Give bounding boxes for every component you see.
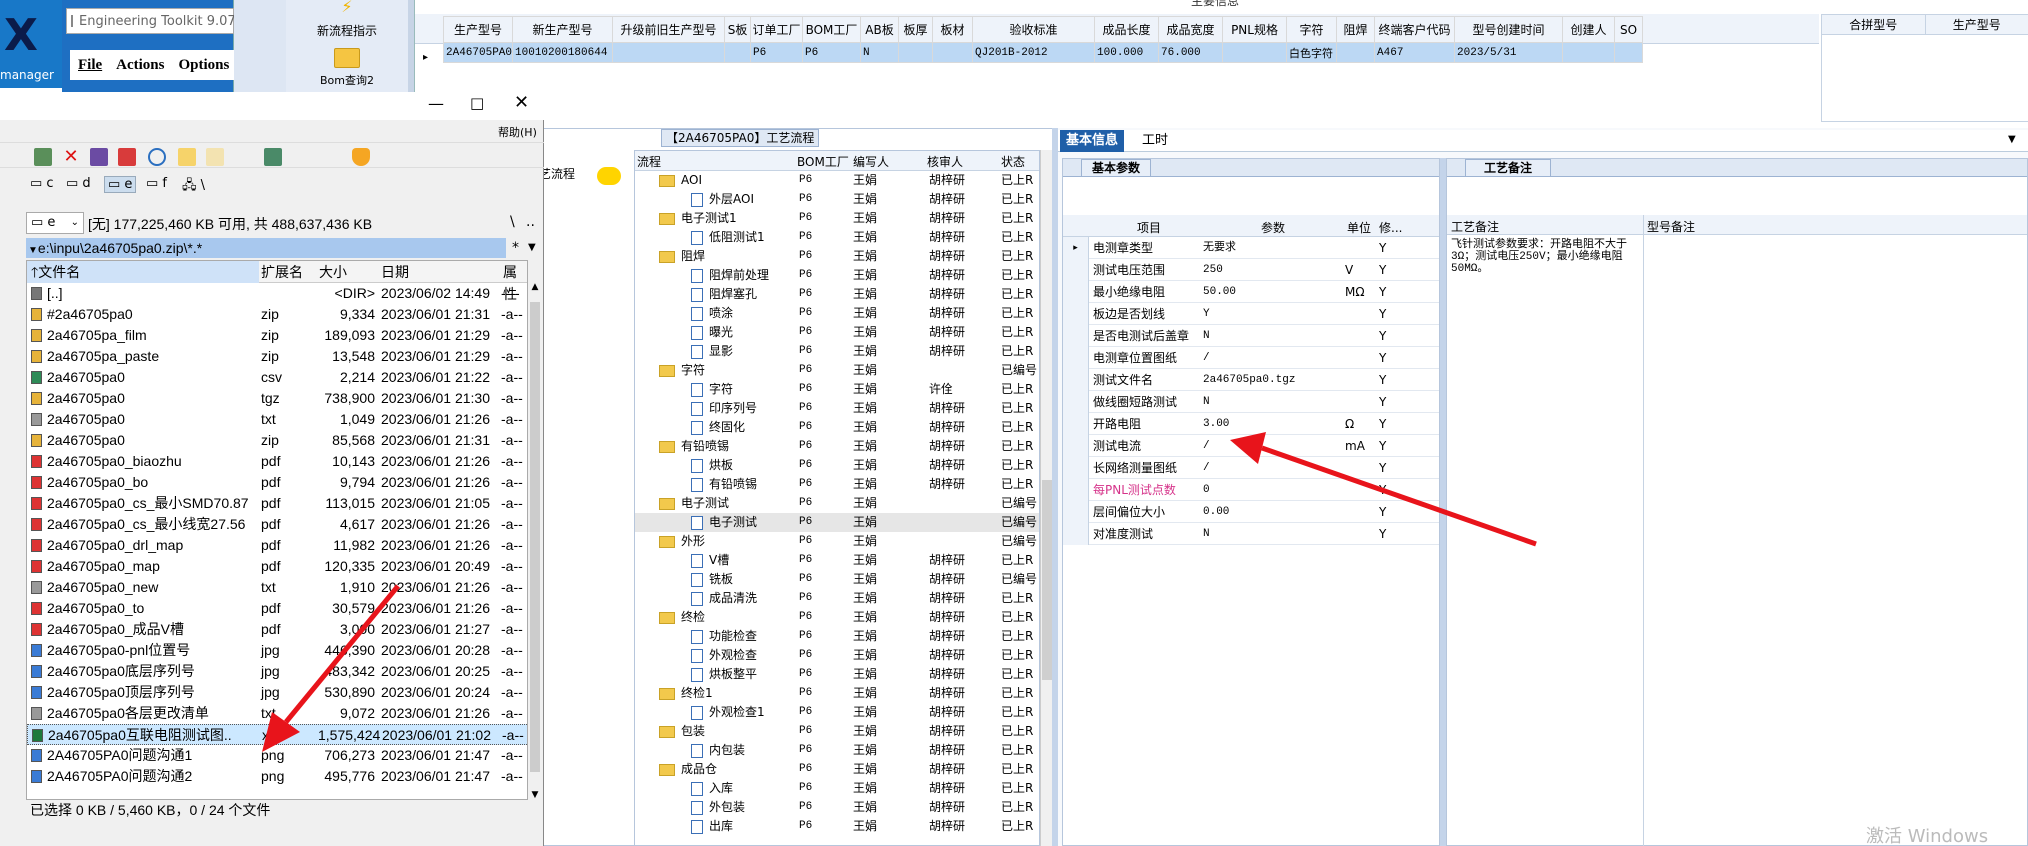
arrow-left-shaft xyxy=(284,584,400,724)
arrow-left-head xyxy=(262,712,300,752)
annotation-arrows xyxy=(262,432,1537,752)
arrow-right-head xyxy=(1230,432,1266,464)
arrow-right-shaft xyxy=(1261,445,1537,547)
